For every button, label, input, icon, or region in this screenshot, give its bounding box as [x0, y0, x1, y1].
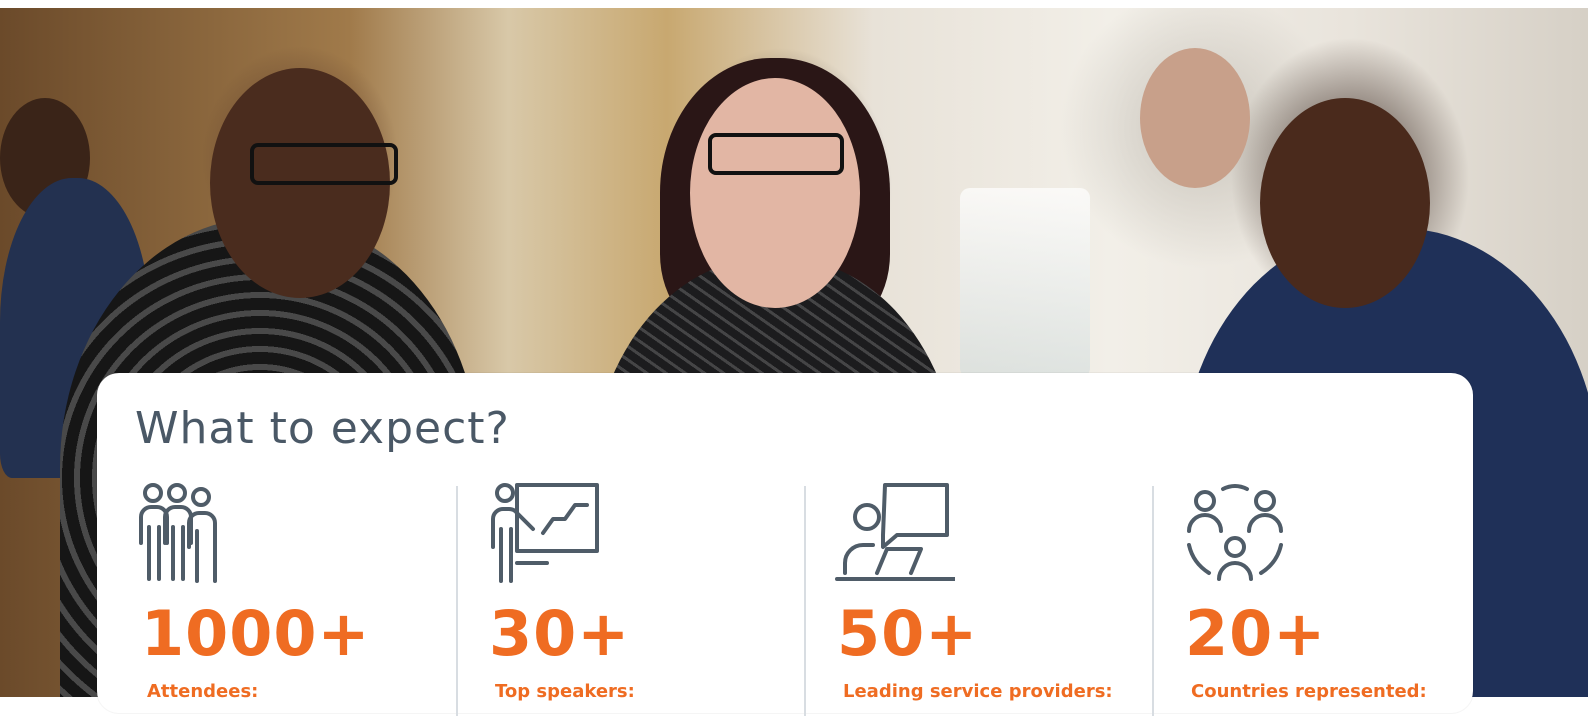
stat-label: Top speakers: [495, 681, 635, 702]
stat-number: 1000+ [141, 597, 371, 670]
attendee-left-glasses [250, 143, 398, 185]
stat-attendees: 1000+ Attendees: [99, 483, 409, 713]
stat-label: Leading service providers: [843, 681, 1113, 702]
attendee-right-face [1260, 98, 1430, 308]
background-attendee-face [1140, 48, 1250, 188]
attendee-center-glasses [708, 133, 844, 175]
candle-vase [960, 188, 1090, 378]
countries-network-icon [1187, 484, 1283, 581]
stat-number: 20+ [1185, 597, 1327, 670]
stat-number: 30+ [489, 597, 631, 670]
attendees-group-icon [139, 483, 217, 583]
service-provider-chat-icon [835, 483, 955, 581]
stat-speakers: 30+ Top speakers: [447, 483, 757, 713]
speaker-presentation-icon [491, 483, 599, 583]
stat-service-providers: 50+ Leading service providers: [795, 483, 1113, 713]
stat-number: 50+ [837, 597, 979, 670]
stat-countries: 20+ Countries represented: [1143, 483, 1453, 713]
what-to-expect-card: What to expect? 1000+ Attendees: 30+ Top… [97, 373, 1473, 716]
stat-label: Attendees: [147, 681, 259, 702]
stat-label: Countries represented: [1191, 681, 1427, 702]
section-title: What to expect? [135, 403, 510, 454]
attendee-center-face [690, 78, 860, 308]
